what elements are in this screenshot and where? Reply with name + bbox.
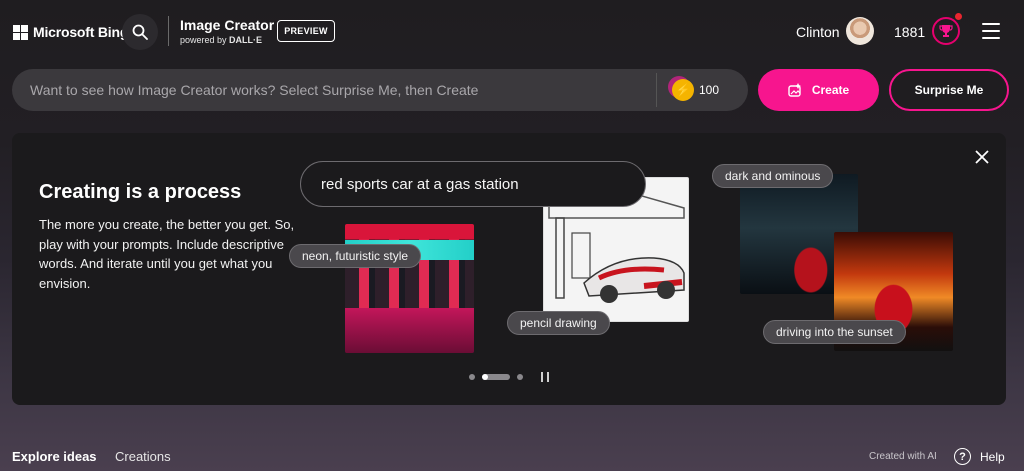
style-pill-sunset: driving into the sunset [763, 320, 906, 344]
help-icon[interactable]: ? [954, 448, 971, 465]
carousel-dot-3[interactable] [517, 374, 523, 380]
top-header: Microsoft Bing Image Creator powered by … [0, 0, 1024, 62]
style-pill-dark: dark and ominous [712, 164, 834, 188]
rewards-points[interactable]: 1881 [894, 24, 925, 40]
microsoft-bing-logo[interactable]: Microsoft Bing [13, 24, 128, 40]
pause-icon[interactable] [541, 372, 549, 382]
brand-name: Microsoft Bing [33, 24, 129, 40]
carousel-dots [469, 374, 523, 380]
prompt-bar: ⚡ 100 [12, 69, 748, 111]
app-title-text: Image Creator [180, 17, 275, 33]
notification-dot [955, 13, 962, 20]
create-button[interactable]: Create [758, 69, 879, 111]
search-icon [132, 24, 148, 40]
rewards-button[interactable] [932, 17, 960, 45]
created-with-ai-label: Created with AI [869, 451, 937, 462]
app-title[interactable]: Image Creator powered by DALL·E [180, 17, 274, 46]
surprise-me-button[interactable]: Surprise Me [889, 69, 1009, 111]
rewards-trophy-icon [939, 25, 953, 37]
boost-divider [656, 73, 657, 107]
powered-by: powered by DALL·E [180, 34, 274, 46]
header-divider [168, 16, 169, 46]
carousel-dot-2[interactable] [482, 374, 510, 380]
powered-by-name: DALL·E [229, 35, 263, 45]
base-prompt-pill: red sports car at a gas station [300, 161, 646, 207]
user-name[interactable]: Clinton [796, 24, 840, 40]
help-link[interactable]: Help [980, 450, 1005, 464]
search-button[interactable] [122, 14, 158, 50]
style-pill-neon: neon, futuristic style [289, 244, 422, 268]
powered-by-prefix: powered by [180, 35, 227, 45]
close-icon[interactable] [974, 149, 990, 165]
explainer-card: Creating is a process The more you creat… [12, 133, 1006, 405]
microsoft-logo-icon [13, 24, 28, 40]
boost-count: 100 [699, 83, 720, 97]
prompt-input[interactable] [30, 69, 650, 111]
carousel-dot-1[interactable] [469, 374, 475, 380]
card-body: The more you create, the better you get.… [39, 217, 295, 291]
boost-bolt-icon[interactable]: ⚡ [672, 79, 694, 101]
tab-explore-ideas[interactable]: Explore ideas [12, 449, 97, 464]
preview-badge: PREVIEW [277, 20, 335, 42]
hamburger-menu-icon[interactable] [982, 23, 1000, 39]
style-pill-pencil: pencil drawing [507, 311, 610, 335]
card-title: Creating is a process [39, 181, 242, 203]
avatar[interactable] [846, 17, 874, 45]
tab-creations[interactable]: Creations [115, 449, 171, 464]
create-label: Create [811, 83, 850, 97]
create-image-icon [788, 83, 801, 97]
